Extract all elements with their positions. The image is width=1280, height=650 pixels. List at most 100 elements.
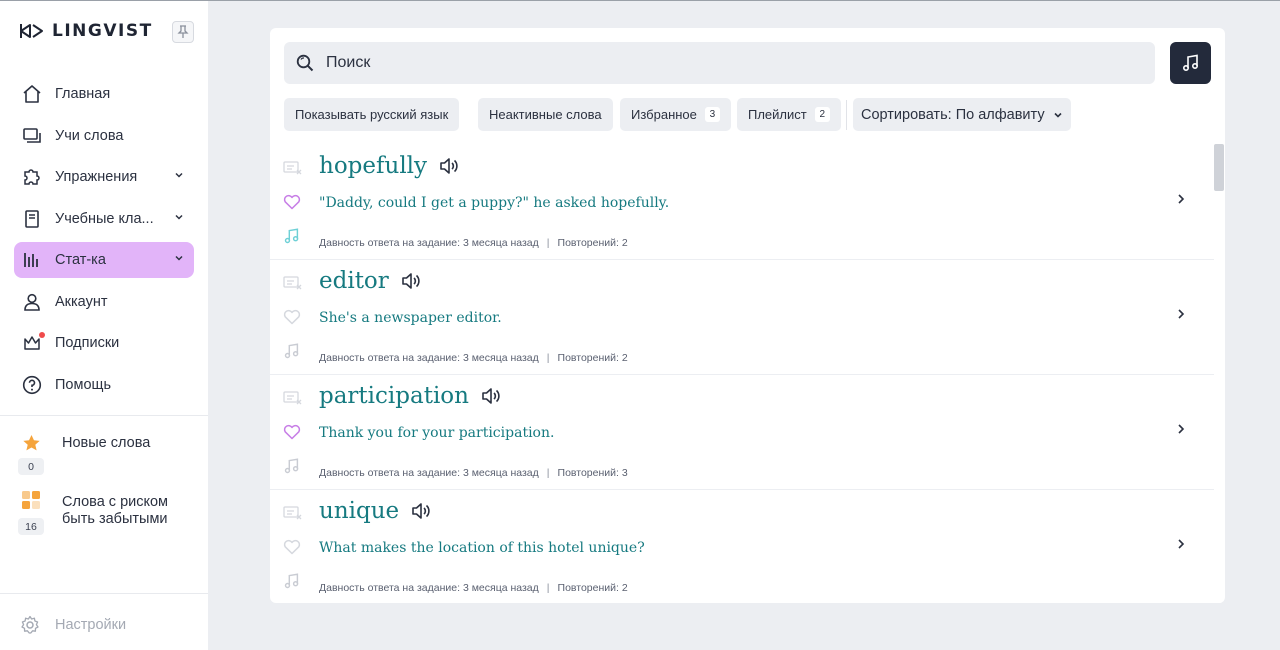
chip-label: Плейлист [748, 107, 807, 122]
risk-grid-icon [22, 491, 40, 509]
sidebar-item-classrooms[interactable]: Учебные кла... [14, 201, 194, 237]
inactive-words-filter[interactable]: Неактивные слова [478, 98, 613, 131]
deactivate-word-icon[interactable] [283, 275, 303, 291]
meta-separator: | [546, 582, 550, 594]
word-row[interactable]: hopefully "Daddy, could I get a puppy?" … [270, 145, 1215, 260]
sidebar-item-account[interactable]: Аккаунт [14, 284, 194, 320]
pin-icon [177, 25, 189, 38]
meta-separator: | [546, 467, 550, 479]
chip-label: Неактивные слова [489, 107, 602, 122]
sidebar-item-subscriptions[interactable]: Подписки [14, 325, 194, 361]
word-term: unique [319, 498, 431, 524]
gear-icon [21, 615, 39, 634]
sidebar-item-label: Стат-ка [55, 252, 106, 268]
sidebar-divider [0, 593, 208, 594]
heart-icon[interactable] [283, 194, 301, 210]
speaker-icon[interactable] [481, 386, 501, 406]
word-meta: Давность ответа на задание: 3 месяца наз… [319, 582, 628, 594]
crown-icon [22, 332, 45, 353]
playlist-filter[interactable]: Плейлист 2 [737, 98, 841, 131]
word-row[interactable]: editor She's a newspaper editor. Давност… [270, 260, 1215, 375]
playlist-note-icon[interactable] [283, 227, 301, 245]
sidebar: LINGVIST Главная Учи слова Упражнения Уч… [0, 1, 208, 650]
playlist-note-icon[interactable] [283, 572, 301, 590]
favorites-count-badge: 3 [704, 107, 720, 122]
sidebar-item-exercises[interactable]: Упражнения [14, 159, 194, 195]
pin-sidebar-button[interactable] [172, 21, 194, 43]
deactivate-word-icon[interactable] [283, 160, 303, 176]
show-russian-toggle[interactable]: Показывать русский язык [284, 98, 460, 131]
chevron-right-icon[interactable] [1176, 423, 1186, 435]
playlist-note-icon[interactable] [283, 457, 301, 475]
lingvist-logo-icon [20, 24, 43, 38]
word-term: editor [319, 268, 421, 294]
settings-link[interactable]: Настройки [20, 615, 126, 635]
sidebar-item-statistics[interactable]: Стат-ка [14, 242, 194, 278]
cards-icon [22, 126, 42, 146]
chevron-right-icon[interactable] [1176, 193, 1186, 205]
sidebar-item-help[interactable]: Помощь [14, 367, 194, 403]
stat-count-badge: 0 [18, 458, 44, 475]
stat-count-badge: 16 [18, 518, 44, 535]
sidebar-item-label: Помощь [55, 377, 112, 393]
deactivate-word-icon[interactable] [283, 505, 303, 521]
sidebar-item-learn-words[interactable]: Учи слова [14, 118, 194, 154]
example-sentence: "Daddy, could I get a puppy?" he asked h… [319, 195, 670, 211]
star-icon [23, 434, 40, 451]
playlist-play-button[interactable] [1170, 42, 1211, 84]
logo[interactable]: LINGVIST [20, 21, 153, 41]
sidebar-item-label: Подписки [55, 335, 120, 351]
chip-label: Показывать русский язык [295, 107, 449, 122]
word-row[interactable]: unique What makes the location of this h… [270, 490, 1215, 603]
last-answer-text: Давность ответа на задание: 3 месяца наз… [319, 237, 539, 249]
notification-dot [39, 332, 45, 338]
favorites-filter[interactable]: Избранное 3 [620, 98, 731, 131]
chevron-down-icon [1054, 112, 1062, 118]
example-sentence: What makes the location of this hotel un… [319, 540, 645, 556]
chevron-right-icon[interactable] [1176, 538, 1186, 550]
filter-divider [846, 100, 847, 130]
music-note-icon [1182, 54, 1198, 72]
scrollbar-thumb[interactable] [1214, 144, 1224, 191]
playlist-note-icon[interactable] [283, 342, 301, 360]
sidebar-item-label: Учебные кла... [55, 211, 154, 227]
word-text: participation [319, 383, 469, 409]
sort-dropdown[interactable]: Сортировать: По алфавиту [853, 98, 1071, 131]
search-input[interactable] [326, 54, 1106, 72]
heart-icon[interactable] [283, 424, 301, 440]
heart-icon[interactable] [283, 309, 301, 325]
search-icon [296, 54, 314, 72]
last-answer-text: Давность ответа на задание: 3 месяца наз… [319, 352, 539, 364]
speaker-icon[interactable] [439, 156, 459, 176]
search-bar[interactable] [284, 42, 1155, 84]
sidebar-divider [0, 415, 208, 416]
last-answer-text: Давность ответа на задание: 3 месяца наз… [319, 582, 539, 594]
sidebar-item-label: Упражнения [55, 169, 138, 185]
sort-label: Сортировать: По алфавиту [861, 106, 1045, 123]
chevron-right-icon[interactable] [1176, 308, 1186, 320]
book-icon [22, 209, 42, 229]
scrollbar[interactable] [1214, 144, 1224, 603]
repetitions-text: Повторений: 2 [557, 237, 628, 249]
chevron-down-icon [175, 214, 183, 220]
heart-icon[interactable] [283, 539, 301, 555]
sidebar-item-label: Аккаунт [55, 294, 108, 310]
speaker-icon[interactable] [411, 501, 431, 521]
word-text: unique [319, 498, 400, 524]
word-text: editor [319, 268, 389, 294]
sidebar-item-home[interactable]: Главная [14, 76, 194, 112]
word-list-panel: Показывать русский язык Неактивные слова… [270, 28, 1225, 603]
speaker-icon[interactable] [401, 271, 421, 291]
logo-text: LINGVIST [52, 21, 153, 41]
last-answer-text: Давность ответа на задание: 3 месяца наз… [319, 467, 539, 479]
word-row[interactable]: participation Thank you for your partici… [270, 375, 1215, 490]
chevron-down-icon [175, 172, 183, 178]
word-meta: Давность ответа на задание: 3 месяца наз… [319, 237, 628, 249]
deactivate-word-icon[interactable] [283, 390, 303, 406]
home-icon [22, 84, 42, 104]
puzzle-icon [22, 167, 42, 187]
chip-label: Избранное [631, 107, 697, 122]
repetitions-text: Повторений: 2 [557, 582, 628, 594]
chevron-down-icon [175, 255, 183, 261]
word-meta: Давность ответа на задание: 3 месяца наз… [319, 352, 628, 364]
